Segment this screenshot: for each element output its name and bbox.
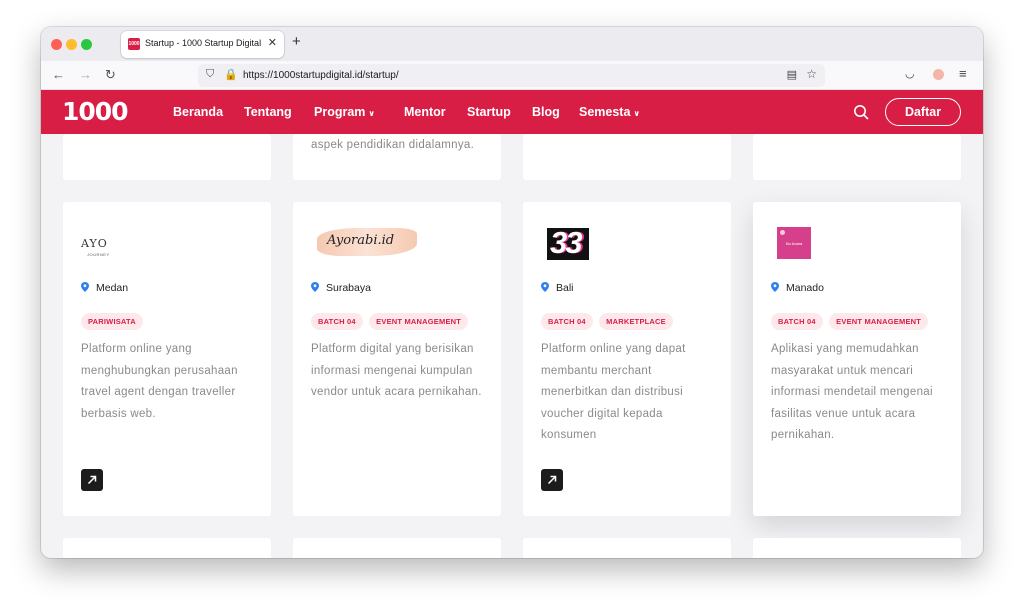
- zoom-window-button[interactable]: [81, 39, 92, 50]
- tag-list: BATCH 04 EVENT MANAGEMENT: [771, 311, 930, 330]
- category-tag[interactable]: EVENT MANAGEMENT: [369, 313, 469, 330]
- startup-card[interactable]: [523, 134, 731, 180]
- minimize-window-button[interactable]: [66, 39, 77, 50]
- tag-list: BATCH 04 EVENT MANAGEMENT: [311, 311, 470, 330]
- nav-semesta[interactable]: Semesta ∨: [579, 105, 640, 119]
- map-pin-icon: [541, 282, 549, 292]
- search-icon[interactable]: [853, 104, 869, 120]
- startup-card[interactable]: [753, 134, 961, 180]
- chevron-down-icon: ∨: [368, 109, 375, 118]
- close-tab-icon[interactable]: ✕: [268, 36, 277, 49]
- logo-dot-icon: [780, 230, 785, 235]
- bookmark-star-icon[interactable]: ☆: [806, 67, 817, 81]
- extension-icon[interactable]: [933, 69, 944, 80]
- shield-icon[interactable]: ⛉: [206, 68, 214, 81]
- menu-icon[interactable]: ≡: [959, 66, 967, 81]
- startup-card[interactable]: aspek pendidikan didalamnya.: [293, 134, 501, 180]
- card-description: Platform online yang menghubungkan perus…: [81, 343, 238, 420]
- startup-card[interactable]: Ayorabi.id Surabaya BATCH 04 EVENT MANAG…: [293, 202, 501, 516]
- map-pin-icon: [771, 282, 779, 292]
- open-startup-button[interactable]: [541, 469, 563, 491]
- startup-logo: Bo Acara: [777, 227, 811, 259]
- category-tag[interactable]: EVENT MANAGEMENT: [829, 313, 929, 330]
- nav-semesta-label: Semesta: [579, 105, 631, 119]
- startup-card[interactable]: [753, 538, 961, 558]
- location-text: Manado: [786, 282, 824, 294]
- new-tab-button[interactable]: +: [292, 33, 301, 50]
- batch-tag[interactable]: BATCH 04: [541, 313, 593, 330]
- url-text[interactable]: https://1000startupdigital.id/startup/: [243, 70, 399, 81]
- nav-startup[interactable]: Startup: [467, 105, 511, 119]
- startup-logo: 33: [547, 228, 589, 260]
- card-description: Platform digital yang berisikan informas…: [311, 343, 482, 398]
- startup-logo: Ayorabi.id: [317, 228, 417, 256]
- nav-blog[interactable]: Blog: [532, 105, 560, 119]
- open-startup-button[interactable]: [81, 469, 103, 491]
- map-pin-icon: [81, 282, 89, 292]
- location-text: Medan: [96, 282, 129, 294]
- startup-logo-subtext: JOURNEY: [87, 252, 110, 257]
- nav-tentang[interactable]: Tentang: [244, 105, 292, 119]
- browser-tab[interactable]: 1000 Startup - 1000 Startup Digital ✕: [121, 31, 284, 58]
- startup-card[interactable]: [63, 134, 271, 180]
- startup-logo-text: Ayorabi.id: [327, 233, 395, 248]
- tag-list: BATCH 04 MARKETPLACE: [541, 311, 675, 330]
- startup-card[interactable]: [63, 538, 271, 558]
- startup-logo-text: Bo Acara: [786, 241, 803, 246]
- category-tag[interactable]: MARKETPLACE: [599, 313, 673, 330]
- close-window-button[interactable]: [51, 39, 62, 50]
- startup-logo-text: AYO: [81, 237, 108, 250]
- location-text: Bali: [556, 282, 574, 294]
- tab-title: Startup - 1000 Startup Digital: [145, 38, 262, 48]
- arrow-up-right-icon: [547, 475, 557, 485]
- reader-view-icon[interactable]: ▤: [787, 68, 797, 81]
- startup-card[interactable]: [523, 538, 731, 558]
- nav-program[interactable]: Program ∨: [314, 105, 375, 119]
- tab-bar: 1000 Startup - 1000 Startup Digital ✕ +: [41, 27, 983, 61]
- nav-beranda[interactable]: Beranda: [173, 105, 223, 119]
- browser-window: 1000 Startup - 1000 Startup Digital ✕ + …: [41, 27, 983, 558]
- browser-toolbar: ← → ↻ ⛉ 🔒 https://1000startupdigital.id/…: [41, 61, 983, 90]
- card-description: aspek pendidikan didalamnya.: [311, 139, 475, 151]
- back-icon[interactable]: ←: [52, 67, 65, 82]
- nav-program-label: Program: [314, 105, 366, 119]
- forward-icon[interactable]: →: [79, 67, 92, 82]
- reload-icon[interactable]: ↻: [105, 67, 116, 83]
- map-pin-icon: [311, 282, 319, 292]
- category-tag[interactable]: PARIWISATA: [81, 313, 143, 330]
- startup-grid: aspek pendidikan didalamnya. AYO JOURNEY…: [41, 134, 983, 558]
- url-bar[interactable]: ⛉ 🔒 https://1000startupdigital.id/startu…: [198, 64, 825, 87]
- nav-mentor[interactable]: Mentor: [404, 105, 446, 119]
- location-text: Surabaya: [326, 282, 371, 294]
- batch-tag[interactable]: BATCH 04: [311, 313, 363, 330]
- site-logo[interactable]: 1000: [62, 99, 129, 125]
- card-description: Aplikasi yang memudahkan masyarakat untu…: [771, 343, 933, 441]
- daftar-button[interactable]: Daftar: [885, 98, 961, 126]
- card-description: Platform online yang dapat membantu merc…: [541, 343, 686, 441]
- startup-card[interactable]: 33 Bali BATCH 04 MARKETPLACE Platform on…: [523, 202, 731, 516]
- startup-card[interactable]: AYO JOURNEY Medan PARIWISATA Platform on…: [63, 202, 271, 516]
- site-header: 1000 Beranda Tentang Program ∨ Mentor Sta…: [41, 90, 983, 134]
- batch-tag[interactable]: BATCH 04: [771, 313, 823, 330]
- startup-card[interactable]: Bo Acara Manado BATCH 04 EVENT MANAGEMEN…: [753, 202, 961, 516]
- arrow-up-right-icon: [87, 475, 97, 485]
- tag-list: PARIWISATA: [81, 311, 145, 330]
- startup-card[interactable]: [293, 538, 501, 558]
- pocket-icon[interactable]: ◡: [905, 67, 915, 80]
- favicon-icon: 1000: [128, 38, 140, 50]
- startup-logo-text: 33: [550, 228, 583, 260]
- startup-logo: AYO JOURNEY: [81, 234, 110, 268]
- lock-icon[interactable]: 🔒: [224, 68, 238, 81]
- chevron-down-icon: ∨: [633, 109, 640, 118]
